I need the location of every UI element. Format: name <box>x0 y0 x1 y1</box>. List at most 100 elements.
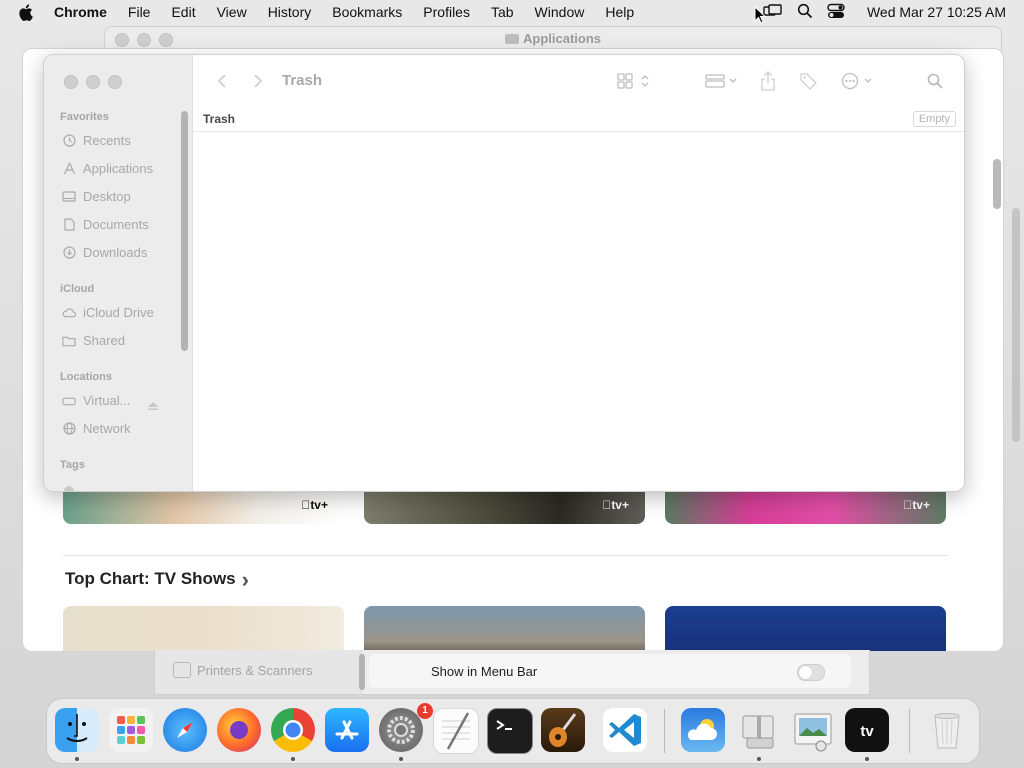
sidebar-item-network[interactable]: Network <box>62 421 131 436</box>
sidebar-item-virtual[interactable]: Virtual... <box>62 393 130 408</box>
finder-window: Favorites Recents Applications Desktop D… <box>43 54 965 492</box>
status-area: Wed Mar 27 10:25 AM <box>763 0 1006 24</box>
minimize-button[interactable] <box>86 75 100 89</box>
dock-garageband-icon[interactable] <box>541 708 585 752</box>
tv-show-row <box>63 606 946 651</box>
menu-file[interactable]: File <box>128 4 151 20</box>
control-center-icon[interactable] <box>827 3 845 22</box>
sidebar-item-label: Shared <box>83 333 125 348</box>
sidebar-item-label: Downloads <box>83 245 148 260</box>
dock-archive-utility-icon[interactable] <box>737 708 781 752</box>
sidebar-section-locations: Locations <box>60 371 112 383</box>
running-indicator <box>291 757 295 761</box>
sidebar-item-documents[interactable]: Documents <box>62 217 149 232</box>
empty-trash-button[interactable]: Empty <box>912 111 956 127</box>
menu-app-name[interactable]: Chrome <box>54 4 107 20</box>
sidebar-item-printers[interactable]: Printers & Scanners <box>197 663 313 678</box>
section-heading[interactable]: Top Chart: TV Shows › <box>65 568 249 590</box>
share-icon[interactable] <box>760 71 776 91</box>
apple-tv-plus-badge: tv+ <box>301 498 328 512</box>
path-header: Trash Empty <box>193 107 964 132</box>
tv-show-card[interactable] <box>665 606 946 651</box>
window-scrollbar[interactable] <box>1012 208 1020 442</box>
show-in-menu-bar-label: Show in Menu Bar <box>431 664 538 679</box>
path-label: Trash <box>203 112 236 126</box>
menu-bookmarks[interactable]: Bookmarks <box>332 4 402 20</box>
view-grid-icon[interactable] <box>617 71 653 91</box>
dock-textedit-icon[interactable] <box>433 708 479 754</box>
menu-clock[interactable]: Wed Mar 27 10:25 AM <box>867 4 1006 20</box>
dock-firefox-icon[interactable] <box>217 708 261 752</box>
menu-window[interactable]: Window <box>535 4 585 20</box>
tag-dot-icon <box>64 486 74 491</box>
dock-chrome-icon[interactable] <box>271 708 315 752</box>
tag-icon[interactable] <box>798 71 818 91</box>
settings-scrollbar[interactable] <box>359 654 365 690</box>
forward-icon[interactable] <box>253 71 263 91</box>
apple-tv-plus-badge: tv+ <box>903 498 930 512</box>
document-icon <box>62 218 76 232</box>
sidebar-item-icloud-drive[interactable]: iCloud Drive <box>62 305 154 320</box>
sidebar-item-desktop[interactable]: Desktop <box>62 189 131 204</box>
file-list-area[interactable] <box>193 132 964 491</box>
dock-trash-icon[interactable] <box>925 708 969 752</box>
tv-scrollbar[interactable] <box>993 159 1001 209</box>
menu-history[interactable]: History <box>268 4 312 20</box>
sidebar-item-label: Documents <box>83 217 149 232</box>
sidebar-item-downloads[interactable]: Downloads <box>62 245 147 260</box>
dock-terminal-icon[interactable] <box>487 708 533 754</box>
desktop-icon <box>62 190 76 204</box>
close-button[interactable] <box>64 75 78 89</box>
menu-view[interactable]: View <box>217 4 247 20</box>
section-title: Top Chart: TV Shows <box>65 569 236 588</box>
finder-sidebar: Favorites Recents Applications Desktop D… <box>44 55 193 491</box>
sidebar-item-applications[interactable]: Applications <box>62 161 153 176</box>
settings-sidebar: Printers & Scanners <box>155 650 362 694</box>
dock-vscode-icon[interactable] <box>603 708 647 752</box>
menu-help[interactable]: Help <box>605 4 634 20</box>
menu-edit[interactable]: Edit <box>171 4 195 20</box>
folder-icon <box>504 34 519 44</box>
svg-text:tv: tv <box>860 723 874 740</box>
notification-badge: 1 <box>417 703 433 719</box>
window-title: Applications <box>105 31 1001 46</box>
apple-menu-icon[interactable] <box>18 3 36 21</box>
dock-preview-icon[interactable] <box>791 708 835 752</box>
dock-separator <box>664 709 665 753</box>
dock-finder-icon[interactable] <box>55 708 99 752</box>
section-divider <box>63 555 947 556</box>
sidebar-item-label: Virtual... <box>83 393 131 408</box>
sidebar-item-recents[interactable]: Recents <box>62 133 131 148</box>
menu-profiles[interactable]: Profiles <box>423 4 470 20</box>
system-settings-window: Printers & Scanners Show in Menu Bar <box>154 650 870 695</box>
dock-safari-icon[interactable] <box>163 708 207 752</box>
search-icon[interactable] <box>797 3 813 22</box>
sidebar-item-shared[interactable]: Shared <box>62 333 125 348</box>
tag-item[interactable] <box>64 483 144 491</box>
dock-tv-icon[interactable]: tv <box>845 708 889 752</box>
menu-tab[interactable]: Tab <box>491 4 514 20</box>
dock-launchpad-icon[interactable] <box>109 708 153 752</box>
tv-show-card[interactable] <box>63 606 344 651</box>
search-icon[interactable] <box>927 71 943 91</box>
running-indicator <box>75 757 79 761</box>
dock-system-settings-icon[interactable] <box>379 708 423 752</box>
sidebar-item-label: Recents <box>83 133 131 148</box>
eject-icon[interactable] <box>148 402 158 410</box>
shared-folder-icon <box>62 334 76 348</box>
sidebar-scrollbar[interactable] <box>181 111 188 351</box>
more-actions-icon[interactable] <box>841 71 875 91</box>
settings-row: Show in Menu Bar <box>369 654 851 688</box>
window-controls <box>64 75 122 89</box>
running-indicator <box>399 757 403 761</box>
dock-weather-icon[interactable] <box>681 708 725 752</box>
sidebar-item-label: Desktop <box>83 189 131 204</box>
back-icon[interactable] <box>217 71 227 91</box>
dock-app-store-icon[interactable] <box>325 708 369 752</box>
mouse-cursor-icon <box>754 6 766 24</box>
group-icon[interactable] <box>705 71 741 91</box>
menu-bar: Chrome File Edit View History Bookmarks … <box>0 0 1024 24</box>
show-in-menu-bar-toggle[interactable] <box>797 664 825 681</box>
tv-show-card[interactable] <box>364 606 645 651</box>
zoom-button[interactable] <box>108 75 122 89</box>
